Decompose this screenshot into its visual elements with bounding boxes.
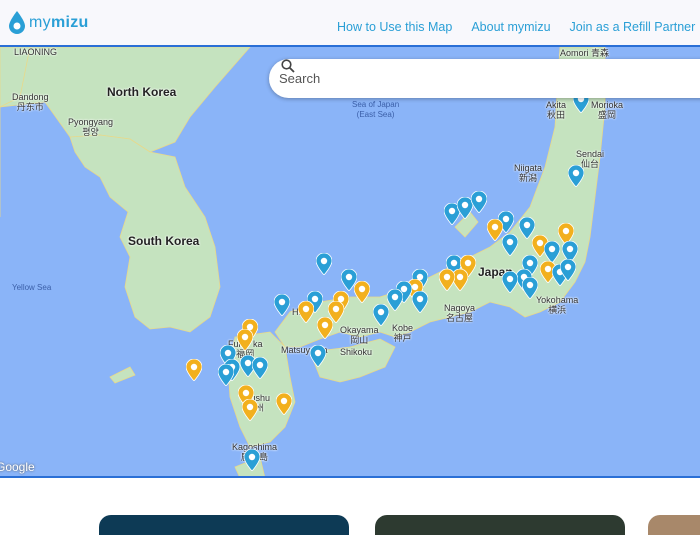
- refill-spot-pin-yellow[interactable]: [186, 359, 202, 381]
- label-liaoning: LIAONING: [14, 47, 58, 57]
- refill-spot-pin-yellow[interactable]: [317, 317, 333, 339]
- map-pin-icon: [252, 357, 268, 379]
- map-pin-icon: [237, 329, 253, 351]
- map-pin-icon: [316, 253, 332, 275]
- map-pin-icon: [387, 289, 403, 311]
- map-pin-icon: [274, 294, 290, 316]
- refill-spot-pin-blue[interactable]: [341, 269, 357, 291]
- label-akita: Akita 秋田: [546, 100, 567, 120]
- map-pin-icon: [373, 304, 389, 326]
- refill-spot-pin-blue[interactable]: [502, 271, 518, 293]
- refill-spot-pin-blue[interactable]: [244, 449, 260, 471]
- logo-mizu: mizu: [50, 13, 89, 31]
- refill-spot-pin-blue[interactable]: [560, 259, 576, 281]
- search-icon: [281, 59, 295, 73]
- search-bar[interactable]: [269, 59, 700, 98]
- label-kobe: Kobe 神戸: [392, 323, 414, 343]
- label-north-korea: North Korea: [107, 85, 177, 99]
- map-pin-icon: [568, 165, 584, 187]
- map-pin-icon: [502, 271, 518, 293]
- map-pin-icon: [544, 241, 560, 263]
- map-pin-icon: [242, 399, 258, 421]
- label-sea-of-japan: Sea of Japan (East Sea): [352, 100, 400, 119]
- refill-spot-pin-yellow[interactable]: [276, 393, 292, 415]
- nav-link-about[interactable]: About mymizu: [471, 20, 550, 34]
- refill-spot-pin-yellow[interactable]: [237, 329, 253, 351]
- label-morioka: Morioka 盛岡: [591, 100, 624, 120]
- map-pin-icon: [502, 234, 518, 256]
- refill-spot-pin-blue[interactable]: [502, 234, 518, 256]
- label-nagoya: Nagoya 名古屋: [444, 303, 476, 323]
- label-shikoku: Shikoku: [340, 347, 373, 357]
- water-drop-icon: [9, 10, 25, 34]
- refill-spot-pin-blue[interactable]: [316, 253, 332, 275]
- refill-spot-pin-blue[interactable]: [544, 241, 560, 263]
- card-strip: [0, 515, 700, 535]
- label-aomori: Aomori 青森: [560, 48, 610, 58]
- label-yokohama: Yokohama 横浜: [536, 295, 579, 315]
- refill-spot-pin-blue[interactable]: [568, 165, 584, 187]
- label-yellow-sea: Yellow Sea: [12, 283, 52, 292]
- refill-spot-pin-yellow[interactable]: [242, 399, 258, 421]
- label-niigata: Niigata 新潟: [514, 163, 543, 183]
- refill-spot-pin-yellow[interactable]: [439, 269, 455, 291]
- map-pin-icon: [341, 269, 357, 291]
- refill-spot-pin-blue[interactable]: [252, 357, 268, 379]
- card-image[interactable]: [99, 515, 349, 535]
- search-input[interactable]: [279, 71, 579, 86]
- refill-spot-pin-blue[interactable]: [274, 294, 290, 316]
- logo-my: my: [29, 13, 51, 31]
- google-attribution: Google: [0, 460, 35, 474]
- map-pin-icon: [412, 291, 428, 313]
- refill-spot-pin-blue[interactable]: [412, 291, 428, 313]
- map-pin-icon: [310, 345, 326, 367]
- mymizu-logo[interactable]: mymizu: [9, 10, 89, 35]
- nav-link-join-partner[interactable]: Join as a Refill Partner: [570, 20, 696, 34]
- label-dandong: Dandong 丹东市: [12, 92, 49, 112]
- refill-spot-pin-blue[interactable]: [471, 191, 487, 213]
- map-pin-icon: [471, 191, 487, 213]
- label-okayama: Okayama 岡山: [340, 325, 379, 345]
- label-south-korea: South Korea: [128, 234, 200, 248]
- top-nav: mymizu How to Use this Map About mymizu …: [0, 0, 700, 47]
- map-pin-icon: [186, 359, 202, 381]
- map-pin-icon: [244, 449, 260, 471]
- refill-spot-pin-blue[interactable]: [522, 277, 538, 299]
- refill-spot-pin-blue[interactable]: [310, 345, 326, 367]
- map-pin-icon: [487, 219, 503, 241]
- map-pin-icon: [218, 364, 234, 386]
- card-image[interactable]: [375, 515, 625, 535]
- map-pin-icon: [298, 301, 314, 323]
- card-image[interactable]: [648, 515, 700, 535]
- refill-spot-pin-blue[interactable]: [387, 289, 403, 311]
- map-pin-icon: [317, 317, 333, 339]
- refill-map[interactable]: LIAONING Dandong 丹东市 North Korea Pyongya…: [0, 47, 700, 478]
- refill-spot-pin-yellow[interactable]: [298, 301, 314, 323]
- refill-spot-pin-blue[interactable]: [218, 364, 234, 386]
- map-pin-icon: [522, 277, 538, 299]
- map-pin-icon: [276, 393, 292, 415]
- refill-spot-pin-blue[interactable]: [373, 304, 389, 326]
- label-pyongyang: Pyongyang 평양: [68, 117, 114, 137]
- map-pin-icon: [560, 259, 576, 281]
- refill-spot-pin-yellow[interactable]: [487, 219, 503, 241]
- map-pin-icon: [439, 269, 455, 291]
- nav-link-how-to-use[interactable]: How to Use this Map: [337, 20, 452, 34]
